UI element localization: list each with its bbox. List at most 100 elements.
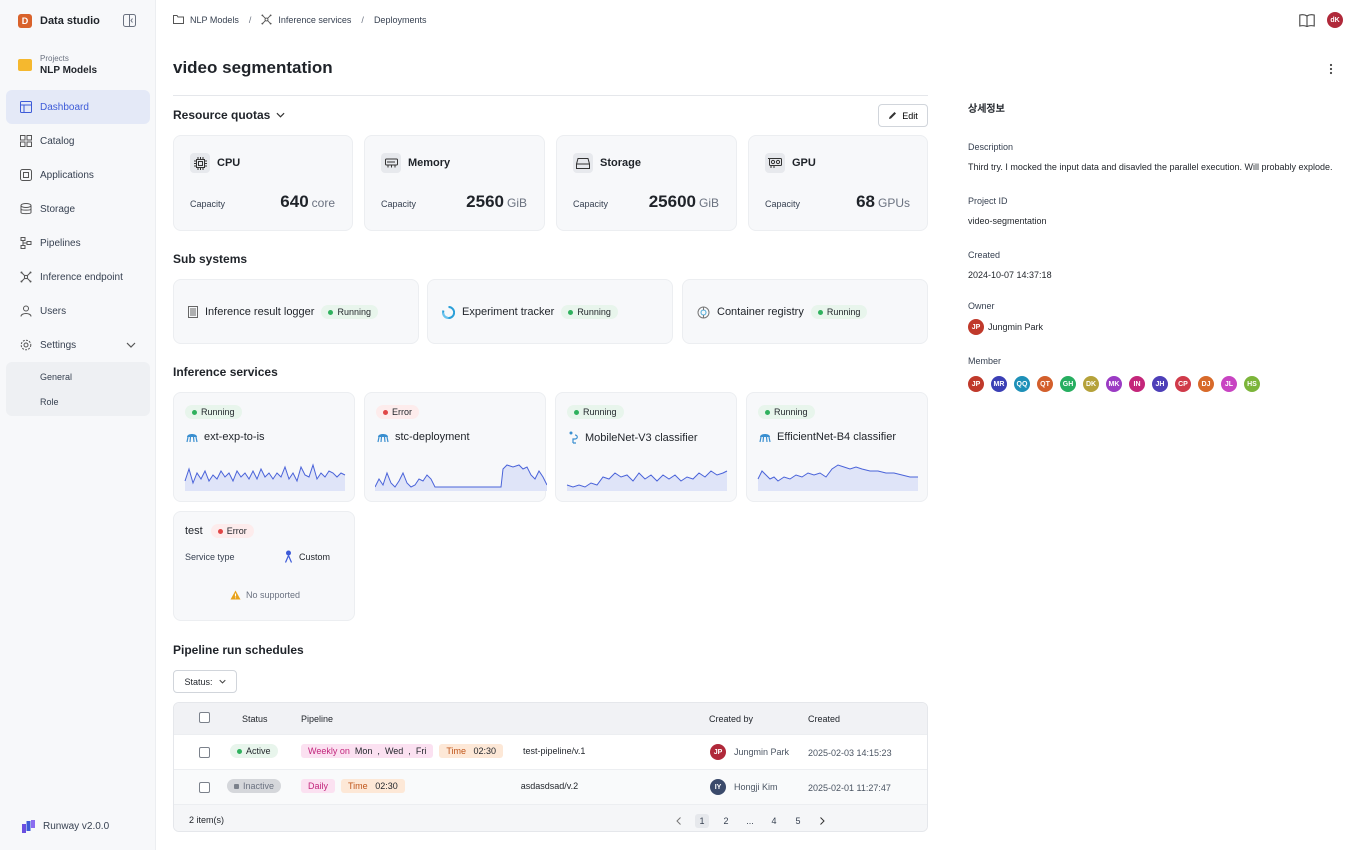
sidebar-item-dashboard[interactable]: Dashboard (6, 90, 150, 124)
member-avatar[interactable]: DJ (1198, 376, 1214, 392)
version-info: Runway v2.0.0 (22, 820, 109, 833)
status-badge: Running (810, 305, 868, 319)
member-avatar[interactable]: JL (1221, 376, 1237, 392)
column-header-created-by[interactable]: Created by (709, 714, 753, 724)
prev-page-icon[interactable] (671, 814, 685, 828)
subsystem-name: Container registry (717, 306, 804, 318)
project-id-value: video-segmentation (968, 216, 1047, 226)
sidebar-collapse-icon[interactable] (123, 14, 136, 27)
capacity-label: Capacity (573, 199, 609, 209)
column-header-pipeline[interactable]: Pipeline (301, 714, 333, 724)
pagination: 1 2 ... 4 5 (671, 814, 829, 828)
page-4[interactable]: 4 (767, 814, 781, 828)
table-row[interactable]: Active Weekly on Mon , Wed , Fri Time 02… (174, 734, 927, 769)
status-filter[interactable]: Status: (173, 670, 237, 693)
sidebar-item-pipelines[interactable]: Pipelines (6, 226, 150, 260)
sidebar-item-storage[interactable]: Storage (6, 192, 150, 226)
member-avatar[interactable]: GH (1060, 376, 1076, 392)
inference-card-test[interactable]: test Error Service type Custom No suppor… (173, 511, 355, 621)
member-avatar[interactable]: JP (968, 376, 984, 392)
member-avatar[interactable]: JH (1152, 376, 1168, 392)
item-count: 2 item(s) (189, 815, 225, 825)
memory-icon (381, 153, 401, 173)
sidebar-item-users[interactable]: Users (6, 294, 150, 328)
project-switcher[interactable]: Projects NLP Models (18, 54, 97, 76)
quota-number: 25600 (648, 192, 696, 211)
column-header-created[interactable]: Created (808, 714, 840, 724)
column-header-status[interactable]: Status (242, 714, 268, 724)
breadcrumb-inference[interactable]: Inference services (261, 14, 351, 25)
subsystem-card[interactable]: Inference result logger Running (173, 279, 419, 344)
inference-card[interactable]: Running MobileNet-V3 classifier (555, 392, 737, 502)
pipeline-name[interactable]: asdasdsad/v.2 (521, 781, 578, 791)
sidebar-item-applications[interactable]: Applications (6, 158, 150, 192)
inference-icon (20, 271, 32, 283)
hard-drive-icon (573, 153, 593, 173)
edit-button[interactable]: Edit (878, 104, 928, 127)
quota-value: 2560 GiB (466, 192, 527, 212)
inference-icon (261, 14, 272, 25)
description-label: Description (968, 142, 1014, 152)
sidebar-item-label: Pipelines (40, 237, 81, 249)
row-checkbox[interactable] (199, 782, 210, 793)
book-icon[interactable] (1299, 13, 1315, 27)
sidebar-item-general[interactable]: General (6, 364, 150, 389)
page-5[interactable]: 5 (791, 814, 805, 828)
resource-quotas-toggle[interactable]: Resource quotas (173, 108, 285, 122)
chevron-down-icon (276, 112, 285, 118)
sidebar-item-inference-endpoint[interactable]: Inference endpoint (6, 260, 150, 294)
table-row[interactable]: Inactive Daily Time 02:30 asdasdsad/v.2 … (174, 769, 927, 804)
status-badge: Running (185, 405, 242, 419)
sidebar: D Data studio Projects NLP Models Dashbo… (0, 0, 156, 850)
owner-name: Jungmin Park (988, 322, 1044, 332)
user-name: Hongji Kim (734, 782, 778, 792)
brand[interactable]: D Data studio (18, 14, 100, 28)
chevron-down-icon[interactable] (126, 342, 136, 348)
breadcrumb-project[interactable]: NLP Models (173, 15, 239, 25)
tracker-icon (442, 305, 455, 319)
subsystem-card[interactable]: Container registry Running (682, 279, 928, 344)
status-badge: Error (210, 524, 254, 538)
sidebar-item-label: Users (40, 305, 67, 317)
page-2[interactable]: 2 (719, 814, 733, 828)
filter-label: Status: (184, 676, 213, 687)
time-chip: Time 02:30 (341, 779, 405, 793)
page-title: video segmentation (173, 58, 333, 77)
subsystem-card[interactable]: Experiment tracker Running (427, 279, 673, 344)
row-checkbox[interactable] (199, 747, 210, 758)
more-options-icon[interactable] (1328, 62, 1334, 76)
description-value: Third try. I mocked the input data and d… (968, 162, 1333, 172)
sidebar-item-catalog[interactable]: Catalog (6, 124, 150, 158)
member-avatar[interactable]: MK (1106, 376, 1122, 392)
member-avatar[interactable]: QT (1037, 376, 1053, 392)
section-title: Pipeline run schedules (173, 643, 304, 657)
select-all-checkbox[interactable] (199, 712, 210, 723)
member-avatar[interactable]: DK (1083, 376, 1099, 392)
sidebar-item-role[interactable]: Role (6, 389, 150, 414)
warning-text: No supported (246, 590, 301, 600)
member-avatar[interactable]: MR (991, 376, 1007, 392)
dashboard-icon (20, 101, 32, 113)
next-page-icon[interactable] (815, 814, 829, 828)
sparkline-chart (566, 470, 728, 491)
pencil-icon (888, 111, 897, 120)
member-avatar[interactable]: QQ (1014, 376, 1030, 392)
model-icon (568, 431, 579, 444)
settings-submenu: General Role (6, 362, 150, 416)
sidebar-item-label: Catalog (40, 135, 75, 147)
inference-card[interactable]: Running EfficientNet-B4 classifier (746, 392, 928, 502)
project-id-label: Project ID (968, 196, 1008, 206)
member-avatar[interactable]: IN (1129, 376, 1145, 392)
member-avatar[interactable]: CP (1175, 376, 1191, 392)
inference-card[interactable]: Error stc-deployment (364, 392, 547, 502)
page-1[interactable]: 1 (695, 814, 709, 828)
member-avatar[interactable]: HS (1244, 376, 1260, 392)
sidebar-item-settings[interactable]: Settings (6, 328, 150, 362)
created-label: Created (968, 250, 1001, 260)
schedule: Weekly on Mon , Wed , Fri Time 02:30 tes… (301, 744, 585, 758)
project-sub-label: Projects (40, 54, 69, 63)
user-avatar[interactable]: dK (1327, 12, 1343, 28)
inference-card[interactable]: Running ext-exp-to-is (173, 392, 355, 502)
pipeline-name[interactable]: test-pipeline/v.1 (523, 746, 585, 756)
inference-name: stc-deployment (395, 431, 470, 443)
